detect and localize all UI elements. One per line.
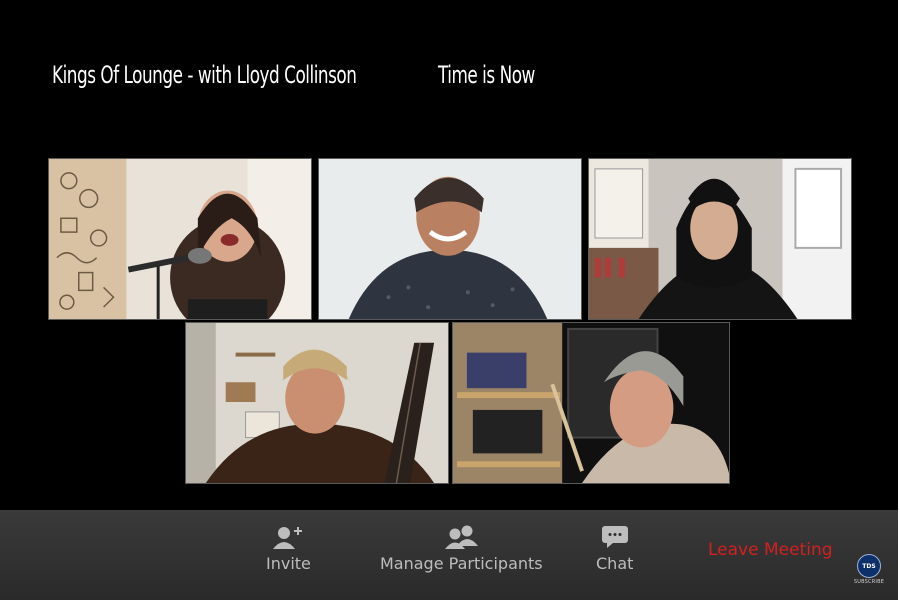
manage-participants-button[interactable]: Manage Participants: [380, 524, 543, 573]
meeting-window: Kings Of Lounge - with Lloyd Collinson T…: [0, 0, 898, 600]
video-tile-smiling-man[interactable]: [318, 158, 582, 320]
video-feed-guitarist: [186, 323, 448, 483]
video-tile-singer[interactable]: [48, 158, 312, 320]
subscribe-caption: SUBSCRIBE: [853, 579, 885, 585]
meeting-toolbar: Invite Manage Participants Chat Leave Me…: [0, 510, 898, 600]
invite-button[interactable]: Invite: [266, 524, 311, 573]
meeting-title: Kings Of Lounge - with Lloyd Collinson: [52, 61, 357, 89]
video-feed-smiling-man: [319, 159, 581, 319]
video-tile-long-haired-man[interactable]: [588, 158, 852, 320]
meeting-subtitle: Time is Now: [438, 61, 535, 89]
video-tile-drummer[interactable]: [452, 322, 730, 484]
video-feed-long-haired-man: [589, 159, 851, 319]
participants-icon: [445, 525, 479, 549]
manage-participants-label: Manage Participants: [380, 554, 543, 573]
channel-badge[interactable]: TDS SUBSCRIBE: [852, 554, 886, 585]
chat-bubble-icon: [601, 526, 628, 548]
tds-logo-icon: TDS: [857, 554, 881, 578]
video-tile-guitarist[interactable]: [185, 322, 449, 484]
video-feed-drummer: [453, 323, 729, 483]
chat-button[interactable]: Chat: [596, 524, 633, 573]
chat-label: Chat: [596, 554, 634, 573]
leave-meeting-button[interactable]: Leave Meeting: [708, 540, 833, 560]
video-feed-singer: [49, 159, 311, 319]
invite-label: Invite: [266, 554, 311, 573]
add-person-icon: [273, 527, 303, 549]
